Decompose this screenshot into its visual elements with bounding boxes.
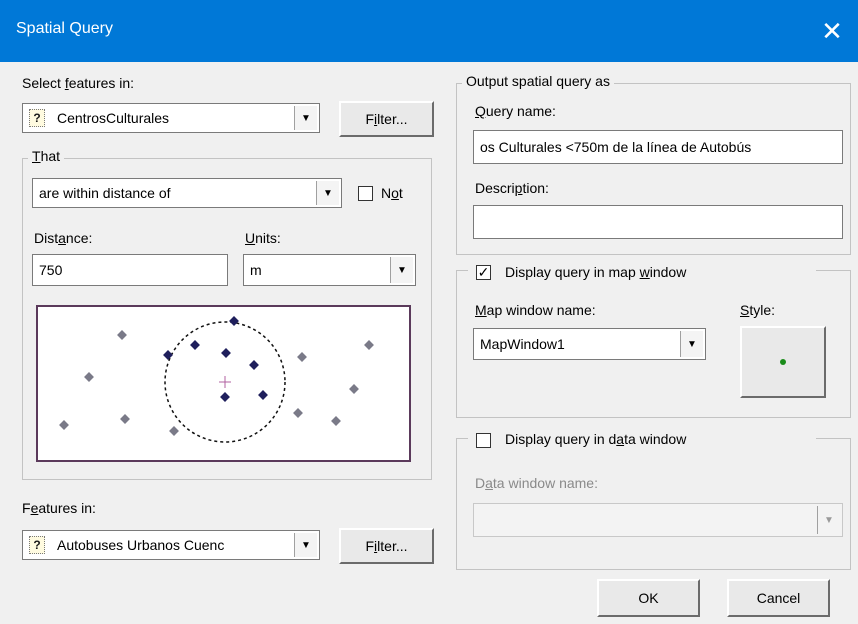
question-mark-icon: ?	[29, 109, 45, 127]
style-button[interactable]	[740, 326, 826, 398]
chevron-down-icon[interactable]: ▼	[817, 506, 840, 534]
style-label: Style:	[740, 302, 776, 318]
select-filter-button[interactable]: Fi lter...	[339, 101, 434, 137]
map-window-name-label: Map window name:	[475, 302, 596, 318]
select-layer-dropdown[interactable]: ? CentrosCulturales ▼	[22, 103, 320, 133]
question-mark-icon: ?	[29, 536, 45, 554]
features-layer-dropdown[interactable]: ? Autobuses Urbanos Cuenc ▼	[22, 530, 320, 560]
point-icon	[297, 352, 307, 362]
features-layer-value: Autobuses Urbanos Cuenc	[57, 537, 225, 553]
point-icon	[349, 384, 359, 394]
selected-point-icon	[220, 392, 230, 402]
selected-point-icon	[190, 340, 200, 350]
display-map-checkbox[interactable]: ✓	[476, 265, 491, 280]
condition-value: are within distance of	[39, 185, 171, 201]
spatial-query-dialog: Spatial Query ✕ Select features in: ? Cen…	[0, 0, 858, 624]
not-checkbox[interactable]	[358, 186, 373, 201]
chevron-down-icon[interactable]: ▼	[294, 106, 317, 130]
units-label: Units:	[245, 230, 281, 246]
select-features-label: Select features in:	[22, 75, 135, 91]
output-legend: Output spatial query as	[462, 73, 614, 89]
crosshair-icon	[219, 376, 231, 388]
point-icon	[293, 408, 303, 418]
point-icon	[169, 426, 179, 436]
display-data-label: Display query in data window	[505, 431, 687, 447]
close-icon[interactable]: ✕	[812, 12, 852, 50]
selected-point-icon	[221, 348, 231, 358]
select-layer-value: CentrosCulturales	[57, 110, 170, 126]
point-icon	[364, 340, 374, 350]
query-name-input[interactable]: os Culturales <750m de la línea de Autob…	[473, 130, 843, 164]
display-map-label: Display query in map window	[505, 264, 687, 280]
selected-point-icon	[249, 360, 259, 370]
point-icon	[120, 414, 130, 424]
preview-points	[59, 316, 374, 436]
not-label: Not	[381, 185, 403, 201]
title-bar: Spatial Query ✕	[0, 0, 858, 62]
selected-point-icon	[258, 390, 268, 400]
description-label: Description:	[475, 180, 549, 196]
point-style-icon	[780, 359, 786, 365]
map-window-value: MapWindow1	[480, 336, 565, 352]
selected-point-icon	[163, 350, 173, 360]
point-icon	[331, 416, 341, 426]
condition-dropdown[interactable]: are within distance of ▼	[32, 178, 342, 208]
point-icon	[117, 330, 127, 340]
spatial-preview-icon	[36, 305, 411, 462]
chevron-down-icon[interactable]: ▼	[316, 181, 339, 205]
distance-input[interactable]: 750	[32, 254, 228, 286]
window-title: Spatial Query	[16, 20, 113, 37]
display-data-checkbox[interactable]	[476, 433, 491, 448]
chevron-down-icon[interactable]: ▼	[294, 533, 317, 557]
distance-label: Distance:	[34, 230, 93, 246]
preview-graphic	[59, 316, 374, 443]
units-value: m	[250, 262, 262, 278]
cancel-button[interactable]: Cancel	[727, 579, 830, 617]
features-in-label: Features in:	[22, 500, 96, 516]
map-window-dropdown[interactable]: MapWindow1 ▼	[473, 328, 706, 360]
units-dropdown[interactable]: m ▼	[243, 254, 416, 286]
data-window-dropdown[interactable]: ▼	[473, 503, 843, 537]
ok-button[interactable]: OK	[597, 579, 700, 617]
selected-point-icon	[229, 316, 239, 326]
query-name-label: Query name:	[475, 103, 556, 119]
point-icon	[59, 420, 69, 430]
chevron-down-icon[interactable]: ▼	[390, 257, 413, 283]
point-icon	[84, 372, 94, 382]
chevron-down-icon[interactable]: ▼	[680, 331, 703, 357]
description-input[interactable]	[473, 205, 843, 239]
that-legend: That	[28, 148, 65, 164]
data-window-name-label: Data window name:	[475, 475, 598, 491]
features-filter-button[interactable]: Fi lter...	[339, 528, 434, 564]
